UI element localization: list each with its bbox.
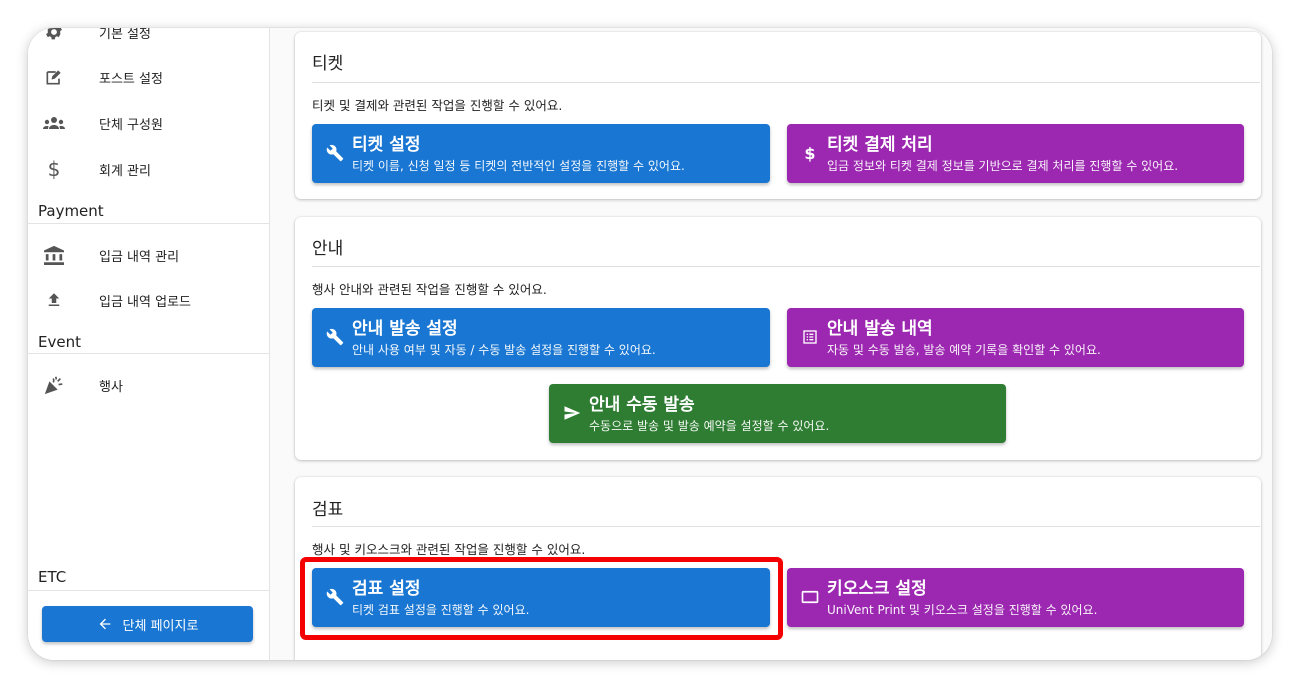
sidebar-item-label: 입금 내역 업로드 — [99, 294, 191, 310]
button-title: 티켓 설정 — [352, 135, 421, 155]
ticket-payment-button[interactable]: $ 티켓 결제 처리 입금 정보와 티켓 결제 정보를 기반으로 결제 처리를 … — [787, 124, 1244, 183]
sidebar-item-label: 행사 — [99, 379, 123, 395]
card-title: 검표 — [312, 500, 344, 520]
divider — [28, 590, 269, 591]
sidebar-item-label: 단체 구성원 — [99, 117, 163, 133]
section-header-payment: Payment — [38, 202, 104, 220]
list-icon — [799, 326, 821, 348]
section-header-event: Event — [38, 333, 81, 351]
sidebar-item-label: 회계 관리 — [99, 163, 151, 179]
button-subtitle: 티켓 검표 설정을 진행할 수 있어요. — [352, 603, 530, 617]
sidebar-item-deposit-history[interactable]: 입금 내역 관리 — [28, 235, 269, 275]
sidebar-item-deposit-upload[interactable]: 입금 내역 업로드 — [28, 280, 269, 320]
ticket-settings-button[interactable]: 티켓 설정 티켓 이름, 신청 일정 등 티켓의 전반적인 설정을 진행할 수 … — [312, 124, 770, 183]
wrench-icon — [324, 326, 346, 348]
button-title: 안내 발송 내역 — [827, 319, 933, 339]
sidebar-item-accounting[interactable]: $ 회계 관리 — [28, 149, 269, 189]
sidebar-item-label: 입금 내역 관리 — [99, 249, 180, 265]
button-title: 안내 수동 발송 — [589, 395, 695, 415]
card-description: 행사 및 키오스크와 관련된 작업을 진행할 수 있어요. — [312, 542, 586, 557]
checkin-settings-button[interactable]: 검표 설정 티켓 검표 설정을 진행할 수 있어요. — [312, 568, 770, 627]
notice-manual-send-button[interactable]: 안내 수동 발송 수동으로 발송 및 발송 예약을 설정할 수 있어요. — [549, 384, 1006, 443]
wrench-icon — [324, 142, 346, 164]
divider — [312, 266, 1260, 267]
app-window: 기본 설정 포스트 설정 단체 구성원 $ 회계 관리 Payment 입금 내… — [28, 28, 1272, 660]
upload-icon — [42, 288, 66, 312]
button-title: 검표 설정 — [352, 579, 421, 599]
button-title: 티켓 결제 처리 — [827, 135, 933, 155]
sidebar-item-members[interactable]: 단체 구성원 — [28, 103, 269, 143]
section-header-etc: ETC — [38, 568, 67, 586]
back-button-label: 단체 페이지로 — [122, 618, 199, 634]
gear-icon — [42, 28, 66, 44]
divider — [312, 82, 1260, 83]
button-subtitle: 수동으로 발송 및 발송 예약을 설정할 수 있어요. — [589, 419, 830, 433]
card-ticket: 티켓 티켓 및 결제와 관련된 작업을 진행할 수 있어요. 티켓 설정 티켓 … — [295, 32, 1261, 199]
button-subtitle: 자동 및 수동 발송, 발송 예약 기록을 확인할 수 있어요. — [827, 343, 1101, 357]
button-title: 키오스크 설정 — [827, 579, 927, 599]
button-subtitle: 안내 사용 여부 및 자동 / 수동 발송 설정을 진행할 수 있어요. — [352, 343, 656, 357]
divider — [28, 353, 269, 354]
kiosk-icon — [799, 586, 821, 608]
notice-send-settings-button[interactable]: 안내 발송 설정 안내 사용 여부 및 자동 / 수동 발송 설정을 진행할 수… — [312, 308, 770, 367]
sidebar-item-post-settings[interactable]: 포스트 설정 — [28, 57, 269, 97]
kiosk-settings-button[interactable]: 키오스크 설정 UniVent Print 및 키오스크 설정을 진행할 수 있… — [787, 568, 1244, 627]
wrench-icon — [324, 586, 346, 608]
bank-icon — [42, 243, 66, 267]
card-description: 행사 안내와 관련된 작업을 진행할 수 있어요. — [312, 282, 547, 297]
post-edit-icon — [42, 65, 66, 89]
dollar-icon: $ — [47, 157, 61, 181]
notice-send-history-button[interactable]: 안내 발송 내역 자동 및 수동 발송, 발송 예약 기록을 확인할 수 있어요… — [787, 308, 1244, 367]
back-to-group-button[interactable]: 단체 페이지로 — [42, 606, 253, 642]
divider — [28, 223, 269, 224]
divider — [312, 526, 1260, 527]
arrow-left-icon — [97, 616, 113, 632]
card-notice: 안내 행사 안내와 관련된 작업을 진행할 수 있어요. 안내 발송 설정 안내… — [295, 217, 1261, 460]
sidebar: 기본 설정 포스트 설정 단체 구성원 $ 회계 관리 Payment 입금 내… — [28, 28, 270, 660]
group-icon — [42, 111, 66, 135]
sidebar-item-basic-settings[interactable]: 기본 설정 — [28, 28, 269, 52]
button-subtitle: UniVent Print 및 키오스크 설정을 진행할 수 있어요. — [827, 603, 1098, 617]
celebration-icon — [42, 373, 66, 397]
sidebar-item-label: 포스트 설정 — [99, 71, 163, 87]
sidebar-item-label: 기본 설정 — [99, 28, 151, 42]
dollar-icon: $ — [804, 143, 816, 163]
sidebar-item-event[interactable]: 행사 — [28, 365, 269, 405]
main-content: 티켓 티켓 및 결제와 관련된 작업을 진행할 수 있어요. 티켓 설정 티켓 … — [270, 28, 1272, 660]
send-icon — [561, 402, 583, 424]
button-subtitle: 티켓 이름, 신청 일정 등 티켓의 전반적인 설정을 진행할 수 있어요. — [352, 159, 685, 173]
card-title: 안내 — [312, 239, 344, 259]
button-title: 안내 발송 설정 — [352, 319, 458, 339]
button-subtitle: 입금 정보와 티켓 결제 정보를 기반으로 결제 처리를 진행할 수 있어요. — [827, 159, 1179, 173]
card-description: 티켓 및 결제와 관련된 작업을 진행할 수 있어요. — [312, 98, 563, 113]
card-checkin: 검표 행사 및 키오스크와 관련된 작업을 진행할 수 있어요. 검표 설정 티… — [295, 477, 1261, 660]
card-title: 티켓 — [312, 54, 344, 74]
